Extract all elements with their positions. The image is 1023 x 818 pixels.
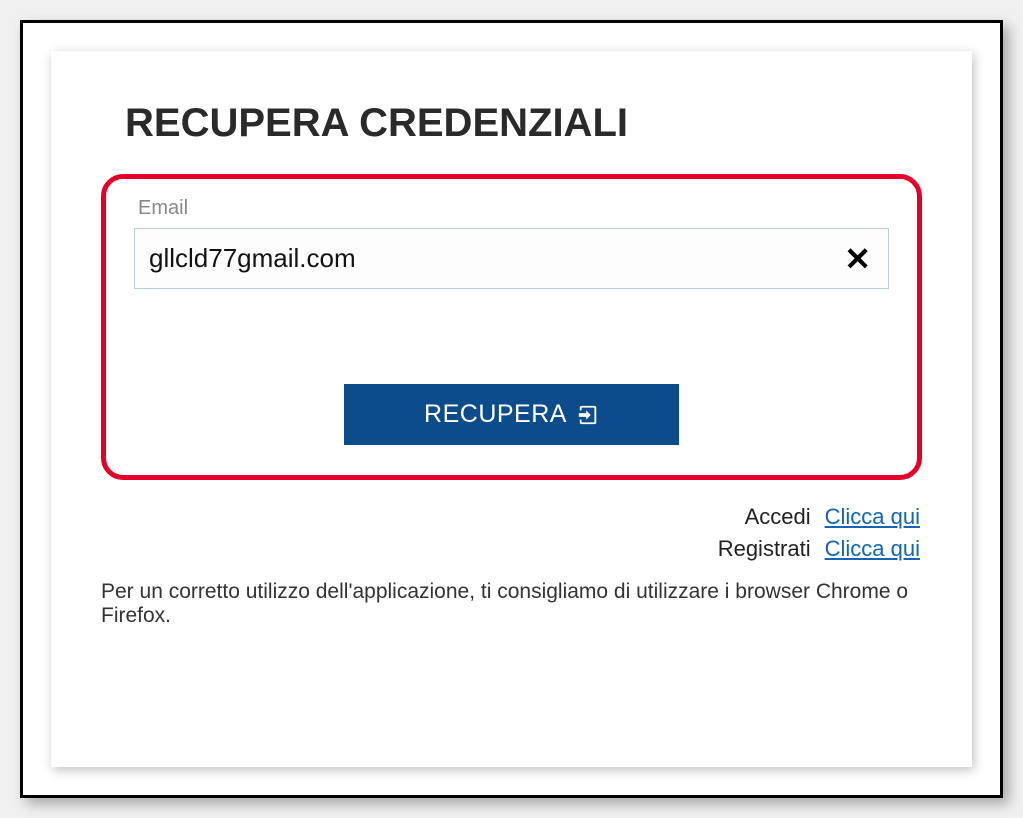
recover-button[interactable]: RECUPERA [344, 384, 679, 445]
outer-frame: RECUPERA CREDENZIALI Email ✕ RECUPERA Ac… [20, 20, 1003, 798]
form-highlight-box: Email ✕ RECUPERA [101, 174, 922, 480]
login-link[interactable]: Clicca qui [825, 504, 920, 530]
register-link[interactable]: Clicca qui [825, 536, 920, 562]
page-title: RECUPERA CREDENZIALI [125, 101, 922, 146]
email-field[interactable] [134, 228, 889, 289]
login-label: Accedi [745, 504, 811, 530]
recover-button-label: RECUPERA [424, 400, 567, 429]
login-link-row: Accedi Clicca qui [745, 504, 920, 530]
register-label: Registrati [718, 536, 811, 562]
recover-card: RECUPERA CREDENZIALI Email ✕ RECUPERA Ac… [51, 51, 972, 767]
email-label: Email [138, 197, 889, 220]
links-area: Accedi Clicca qui Registrati Clicca qui [101, 504, 922, 562]
clear-input-icon[interactable]: ✕ [844, 243, 871, 275]
browser-note: Per un corretto utilizzo dell'applicazio… [101, 580, 922, 628]
register-link-row: Registrati Clicca qui [718, 536, 920, 562]
button-row: RECUPERA [134, 384, 889, 445]
sign-in-icon [577, 404, 599, 426]
email-input-wrapper: ✕ [134, 228, 889, 289]
